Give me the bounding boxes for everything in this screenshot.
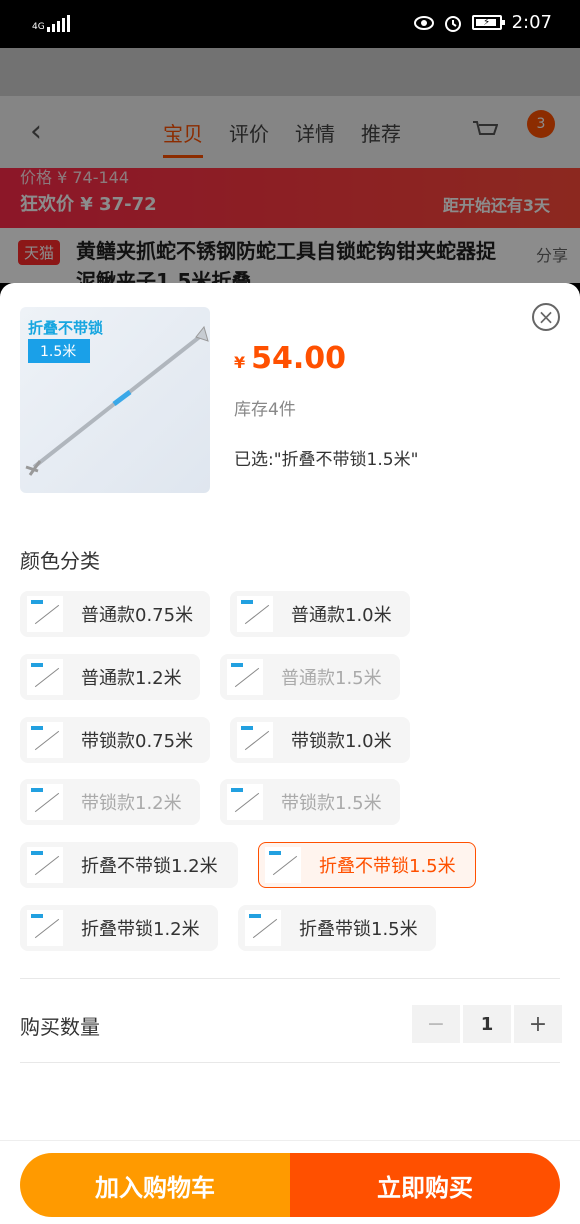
quantity-label: 购买数量 [20, 1015, 100, 1039]
option-thumbnail [27, 847, 63, 883]
option-chip[interactable]: 带锁款1.0米 [230, 717, 410, 763]
option-chip-disabled: 普通款1.5米 [220, 654, 400, 700]
option-chip[interactable]: 普通款0.75米 [20, 591, 210, 637]
option-thumbnail [227, 659, 263, 695]
alarm-icon [444, 15, 461, 32]
close-button[interactable]: × [532, 303, 560, 331]
option-thumbnail [27, 659, 63, 695]
sku-sheet: 折叠不带锁 1.5米 × ¥54.00 库存4件 已选:"折叠不带锁1.5米" … [0, 283, 580, 1224]
increment-button[interactable]: + [514, 1005, 562, 1043]
option-thumbnail [265, 847, 301, 883]
signal-icon [46, 14, 70, 32]
color-section-title: 颜色分类 [20, 549, 100, 573]
option-chip[interactable]: 折叠不带锁1.2米 [20, 842, 238, 888]
option-chip[interactable]: 带锁款0.75米 [20, 717, 210, 763]
selected-option-text: 已选:"折叠不带锁1.5米" [234, 450, 419, 470]
option-chip-disabled: 带锁款1.5米 [220, 779, 400, 825]
stock-count: 库存4件 [234, 400, 296, 420]
quantity-stepper: − 1 + [412, 1005, 562, 1043]
status-bar: 4G ⚡ 2:07 [0, 0, 580, 48]
status-right: ⚡ 2:07 [413, 12, 552, 33]
divider [20, 978, 560, 979]
currency-symbol: ¥ [234, 353, 246, 372]
buy-now-button[interactable]: 立即购买 [290, 1153, 560, 1217]
product-thumbnail: 折叠不带锁 1.5米 [20, 307, 210, 493]
add-to-cart-button[interactable]: 加入购物车 [20, 1153, 290, 1217]
option-thumbnail [245, 910, 281, 946]
divider [20, 1062, 560, 1063]
option-thumbnail [27, 910, 63, 946]
price: ¥54.00 [234, 341, 346, 376]
option-thumbnail [227, 784, 263, 820]
option-chip-disabled: 带锁款1.2米 [20, 779, 200, 825]
option-thumbnail [27, 596, 63, 632]
option-thumbnail [237, 596, 273, 632]
option-thumbnail [237, 722, 273, 758]
snake-tong-image [25, 325, 209, 476]
option-thumbnail [27, 784, 63, 820]
price-value: 54.00 [251, 341, 347, 376]
option-chip[interactable]: 折叠带锁1.2米 [20, 905, 218, 951]
action-bar: 加入购物车 立即购买 [0, 1140, 580, 1224]
close-icon: × [537, 305, 555, 329]
network-type: 4G [32, 22, 45, 32]
decrement-button[interactable]: − [412, 1005, 460, 1043]
option-thumbnail [27, 722, 63, 758]
clock: 2:07 [511, 12, 552, 33]
modal-overlay[interactable] [0, 48, 580, 283]
option-chip[interactable]: 折叠带锁1.5米 [238, 905, 436, 951]
signal-indicator: 4G [32, 14, 70, 32]
option-chip[interactable]: 普通款1.0米 [230, 591, 410, 637]
battery-icon: ⚡ [471, 15, 505, 30]
option-chip-selected[interactable]: 折叠不带锁1.5米 [258, 842, 476, 888]
quantity-input[interactable]: 1 [463, 1005, 511, 1043]
eye-icon [413, 15, 434, 30]
option-chip[interactable]: 普通款1.2米 [20, 654, 200, 700]
